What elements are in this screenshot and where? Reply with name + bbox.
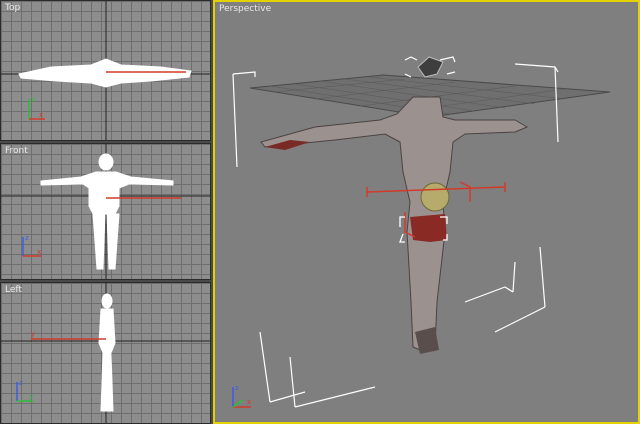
model-wireframe-top bbox=[18, 58, 192, 88]
gizmo-label-y-left: y bbox=[31, 330, 35, 338]
viewport-top[interactable]: Top y x bbox=[0, 0, 211, 141]
viewport-perspective[interactable]: Perspective z x bbox=[213, 0, 640, 424]
front-view-canvas: z x bbox=[1, 144, 210, 279]
perspective-view-canvas: z x bbox=[232, 56, 611, 408]
axis-label-y-left: y bbox=[29, 393, 33, 401]
axis-label-z-left: z bbox=[19, 379, 23, 387]
axis-label-z-front: z bbox=[25, 234, 29, 242]
left-view-canvas: y z y bbox=[1, 283, 210, 423]
pivot-sphere bbox=[420, 182, 450, 212]
axis-label-x-front: x bbox=[37, 248, 41, 256]
axis-label-x-top: x bbox=[39, 111, 43, 119]
axis-label-x-persp: x bbox=[247, 398, 251, 406]
viewport-front[interactable]: Front z x bbox=[0, 143, 211, 280]
axis-label-y-top: y bbox=[31, 95, 35, 103]
viewport-left[interactable]: Left y z y bbox=[0, 282, 211, 424]
model-red-texture bbox=[410, 214, 447, 242]
axis-tripod-y-persp bbox=[232, 399, 244, 408]
model-wireframe-left bbox=[98, 293, 116, 412]
top-view-canvas: y x bbox=[1, 1, 210, 140]
axis-label-z-persp: z bbox=[235, 384, 239, 392]
model-wireframe-front bbox=[40, 153, 174, 270]
